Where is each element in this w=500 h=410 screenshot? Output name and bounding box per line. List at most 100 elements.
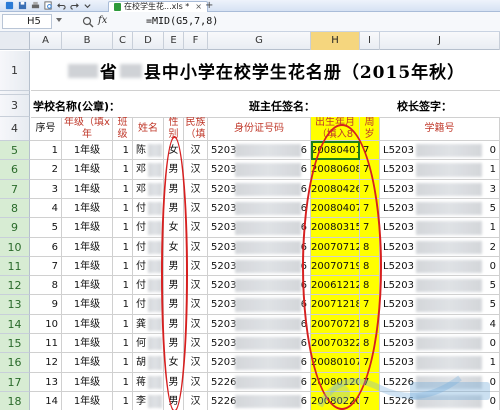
cell-seq[interactable]: 14: [30, 392, 62, 410]
row-header[interactable]: 3: [0, 95, 30, 117]
cell-birth[interactable]: 20080107: [311, 353, 360, 373]
cell-gender[interactable]: 男: [164, 199, 184, 218]
formula-input[interactable]: =MID(G5,7,8): [146, 14, 498, 29]
cell-seq[interactable]: 10: [30, 315, 62, 334]
cell-ethnicity[interactable]: 汉: [184, 276, 208, 295]
row-header[interactable]: 12: [0, 276, 30, 295]
header-name[interactable]: 姓名: [133, 117, 164, 141]
header-grade[interactable]: 年级（填x年: [62, 117, 113, 141]
cell-age[interactable]: 8: [360, 334, 380, 353]
cell-seq[interactable]: 13: [30, 373, 62, 392]
column-header-g[interactable]: G: [208, 32, 311, 50]
header-id-number[interactable]: 身份证号码: [208, 117, 311, 141]
row-header[interactable]: 8: [0, 199, 30, 218]
column-header-i[interactable]: I: [360, 32, 380, 50]
header-ethnicity[interactable]: 民族（填: [184, 117, 208, 141]
print-icon[interactable]: [29, 0, 41, 11]
cell-class[interactable]: 1: [113, 257, 133, 276]
cell-birth[interactable]: 20080407: [311, 199, 360, 218]
cell-gender[interactable]: 男: [164, 276, 184, 295]
cell-ethnicity[interactable]: 汉: [184, 295, 208, 315]
cell-birth[interactable]: 20070322: [311, 334, 360, 353]
cell-class[interactable]: 1: [113, 199, 133, 218]
cell-age[interactable]: 7: [360, 295, 380, 315]
cell-ethnicity[interactable]: 汉: [184, 353, 208, 373]
column-header-b[interactable]: B: [62, 32, 113, 50]
cell-seq[interactable]: 7: [30, 257, 62, 276]
cell-age[interactable]: 8: [360, 276, 380, 295]
cell-gender[interactable]: 女: [164, 353, 184, 373]
cell-gender[interactable]: 男: [164, 315, 184, 334]
select-all-corner[interactable]: [0, 32, 30, 50]
column-header-d[interactable]: D: [133, 32, 164, 50]
cell-age[interactable]: 7: [360, 392, 380, 410]
cell-gender[interactable]: 女: [164, 141, 184, 160]
cell-birth[interactable]: 20061212: [311, 276, 360, 295]
cell-gender[interactable]: 男: [164, 373, 184, 392]
header-class[interactable]: 班级: [113, 117, 133, 141]
cell-birth[interactable]: 20080315: [311, 218, 360, 238]
cell-birth[interactable]: 20071218: [311, 295, 360, 315]
column-header-c[interactable]: C: [113, 32, 133, 50]
column-header-f[interactable]: F: [184, 32, 208, 50]
cell-birth[interactable]: 20080401: [311, 141, 360, 160]
cell-grade[interactable]: 1年级: [62, 315, 113, 334]
name-box[interactable]: H5: [2, 14, 52, 29]
cell-ethnicity[interactable]: 汉: [184, 257, 208, 276]
zoom-formula-icon[interactable]: [82, 16, 94, 28]
cell-class[interactable]: 1: [113, 238, 133, 257]
cell-class[interactable]: 1: [113, 276, 133, 295]
new-tab-button[interactable]: +: [205, 0, 213, 12]
cell-ethnicity[interactable]: 汉: [184, 199, 208, 218]
cell-grade[interactable]: 1年级: [62, 353, 113, 373]
cell-ethnicity[interactable]: 汉: [184, 160, 208, 180]
cell-grade[interactable]: 1年级: [62, 295, 113, 315]
cell-class[interactable]: 1: [113, 353, 133, 373]
cell-ethnicity[interactable]: 汉: [184, 218, 208, 238]
cell-grade[interactable]: 1年级: [62, 334, 113, 353]
column-header-a[interactable]: A: [30, 32, 62, 50]
cell-age[interactable]: 7: [360, 141, 380, 160]
cell-seq[interactable]: 12: [30, 353, 62, 373]
cell-grade[interactable]: 1年级: [62, 160, 113, 180]
header-age[interactable]: 周岁: [360, 117, 380, 141]
header-seq[interactable]: 序号: [30, 117, 62, 141]
cell-grade[interactable]: 1年级: [62, 373, 113, 392]
header-student-number[interactable]: 学籍号: [380, 117, 500, 141]
cell-gender[interactable]: 女: [164, 238, 184, 257]
column-header-e[interactable]: E: [164, 32, 184, 50]
row-header[interactable]: 11: [0, 257, 30, 276]
cell-age[interactable]: 7: [360, 180, 380, 199]
cell-grade[interactable]: 1年级: [62, 257, 113, 276]
row-header[interactable]: 14: [0, 315, 30, 334]
header-gender[interactable]: 性别: [164, 117, 184, 141]
cell-grade[interactable]: 1年级: [62, 180, 113, 199]
row-header[interactable]: 6: [0, 160, 30, 180]
row-header[interactable]: 17: [0, 373, 30, 392]
cell-class[interactable]: 1: [113, 295, 133, 315]
cell-gender[interactable]: 女: [164, 218, 184, 238]
cell-class[interactable]: 1: [113, 334, 133, 353]
cell-grade[interactable]: 1年级: [62, 141, 113, 160]
cell-birth[interactable]: 20070721: [311, 315, 360, 334]
row-header[interactable]: 15: [0, 334, 30, 353]
cell-seq[interactable]: 9: [30, 295, 62, 315]
column-header-j[interactable]: J: [380, 32, 500, 50]
tab-close-icon[interactable]: ×: [195, 2, 202, 12]
cell-age[interactable]: 7: [360, 353, 380, 373]
row-header[interactable]: 16: [0, 353, 30, 373]
cell-age[interactable]: 7: [360, 373, 380, 392]
dropdown-chevron-icon[interactable]: [81, 0, 93, 11]
cell-ethnicity[interactable]: 汉: [184, 334, 208, 353]
cell-ethnicity[interactable]: 汉: [184, 373, 208, 392]
row-header[interactable]: 4: [0, 117, 30, 141]
cell-birth[interactable]: 20080426: [311, 180, 360, 199]
cell-seq[interactable]: 4: [30, 199, 62, 218]
cell-age[interactable]: 8: [360, 315, 380, 334]
row-header[interactable]: 10: [0, 238, 30, 257]
cell-seq[interactable]: 1: [30, 141, 62, 160]
cell-gender[interactable]: 男: [164, 160, 184, 180]
cell-class[interactable]: 1: [113, 141, 133, 160]
cell-ethnicity[interactable]: 汉: [184, 180, 208, 199]
header-birth-date[interactable]: 出生年月（填入8: [311, 117, 360, 141]
